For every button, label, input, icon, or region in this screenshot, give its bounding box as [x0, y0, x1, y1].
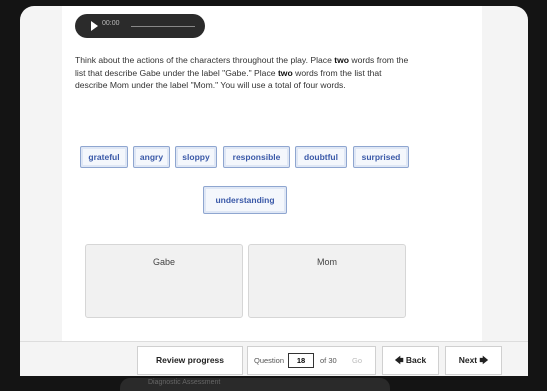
go-button[interactable]: Go [352, 356, 362, 365]
arrow-right-icon: 🡆 [479, 355, 489, 365]
prompt-text-1: Think about the actions of the character… [75, 55, 335, 65]
background-device: Diagnostic Assessment [120, 378, 390, 391]
question-prompt: Think about the actions of the character… [75, 54, 415, 92]
drop-zone-gabe[interactable]: Gabe [85, 244, 243, 318]
next-button-label: Next [458, 355, 478, 365]
play-icon[interactable] [91, 21, 98, 31]
word-tile-surprised[interactable]: surprised [353, 146, 409, 168]
word-tile-understanding[interactable]: understanding [203, 186, 287, 214]
question-label: Question [254, 356, 285, 365]
drop-zone-label-gabe: Gabe [152, 257, 176, 267]
word-tile-sloppy[interactable]: sloppy [175, 146, 217, 168]
word-tile-responsible[interactable]: responsible [223, 146, 290, 168]
word-tile-angry[interactable]: angry [133, 146, 170, 168]
audio-time: 00:00 [102, 20, 120, 27]
word-tile-doubtful[interactable]: doubtful [295, 146, 347, 168]
prompt-emphasis-1: two [334, 55, 350, 65]
drop-zone-mom[interactable]: Mom [248, 244, 406, 318]
word-tile-grateful[interactable]: grateful [80, 146, 128, 168]
tablet-screen: 00:00 Think about the actions of the cha… [20, 6, 528, 376]
arrow-left-icon: 🡄 [394, 355, 404, 365]
prompt-emphasis-2: two [277, 67, 293, 78]
audio-progress-track[interactable] [131, 26, 195, 27]
next-button[interactable]: Next 🡆 [445, 346, 502, 375]
question-jump: Question of 30 Go [247, 346, 376, 375]
back-button-label: Back [405, 355, 427, 365]
question-total: of 30 [320, 356, 337, 365]
audio-player[interactable]: 00:00 [75, 14, 205, 38]
review-progress-button[interactable]: Review progress [137, 346, 243, 375]
background-device-title: Diagnostic Assessment [148, 379, 221, 386]
back-button[interactable]: 🡄 Back [382, 346, 439, 375]
drop-zone-label-mom: Mom [317, 257, 337, 267]
question-number-input[interactable] [288, 353, 314, 368]
navigation-bar: Review progress Question of 30 Go 🡄 Back… [20, 341, 528, 376]
